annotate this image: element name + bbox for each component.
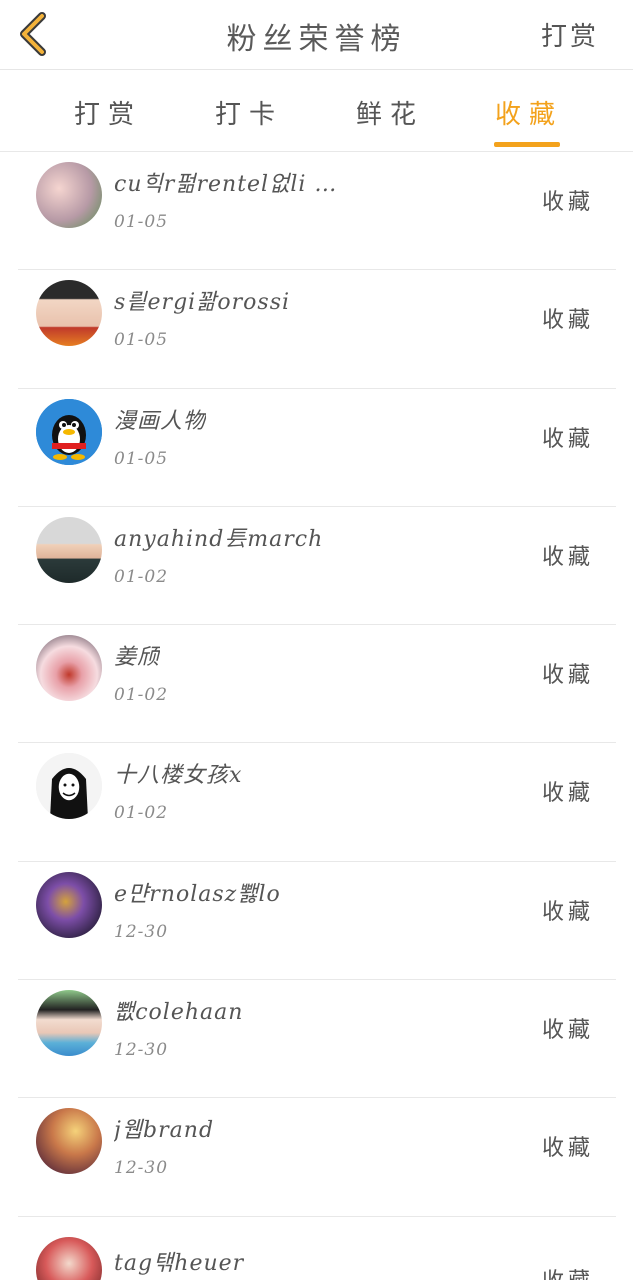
list-item[interactable]: 姜颀 01-02 收藏: [18, 625, 616, 744]
avatar: [36, 635, 102, 702]
fan-date: 12-30: [114, 1158, 169, 1179]
tab-bar: 打赏 打卡 鲜花 收藏: [0, 70, 633, 152]
tab-checkin[interactable]: 打卡: [215, 94, 283, 131]
avatar: [36, 990, 102, 1057]
favorite-label: 收藏: [541, 781, 594, 807]
top-bar: 粉丝荣誉榜 打赏: [0, 0, 633, 70]
fan-date: 01-02: [114, 566, 169, 587]
list-item[interactable]: cu힉r펆rentel없li … 01-05 收藏: [18, 152, 616, 271]
list-item[interactable]: 뾊colehaan 12-30 收藏: [18, 980, 616, 1099]
avatar: [36, 1236, 102, 1280]
list-item[interactable]: e먄rnolasz뾇lo 12-30 收藏: [18, 862, 616, 981]
fan-name: 姜颀: [114, 645, 161, 671]
favorite-label: 收藏: [541, 544, 594, 570]
fan-name: s릩ergi꽒orossi: [114, 290, 291, 316]
reward-button[interactable]: 打赏: [541, 16, 599, 53]
fan-date: 01-05: [114, 330, 169, 351]
favorite-label: 收藏: [541, 190, 594, 215]
list-item[interactable]: s릩ergi꽒orossi 01-05 收藏: [18, 270, 616, 389]
fan-name: e먄rnolasz뾇lo: [114, 881, 281, 907]
avatar: [36, 280, 102, 347]
list-item[interactable]: j웹brand 12-30 收藏: [18, 1098, 616, 1217]
favorite-label: 收藏: [541, 1018, 594, 1044]
fan-name: 漫画人物: [114, 408, 207, 434]
fan-date: 01-05: [114, 212, 169, 232]
favorite-label: 收藏: [541, 1136, 594, 1162]
fans-list: cu힉r펆rentel없li … 01-05 收藏 s릩ergi꽒orossi …: [18, 152, 616, 1280]
fan-name: 뾊colehaan: [114, 1000, 244, 1026]
favorite-label: 收藏: [542, 1263, 594, 1280]
fan-date: 12-30: [114, 921, 169, 942]
fan-name: tag탞heuer: [114, 1250, 245, 1276]
list-item[interactable]: tag탞heuer 收藏: [18, 1217, 616, 1280]
tab-favorites[interactable]: 收藏: [495, 94, 563, 131]
fan-name: cu힉r펆rentel없li …: [114, 172, 338, 197]
fan-date: 01-02: [114, 803, 169, 824]
fan-name: j웹brand: [114, 1118, 215, 1144]
fan-date: 01-05: [114, 448, 169, 469]
page-title: 粉丝荣誉榜: [226, 22, 407, 57]
avatar: [36, 1108, 102, 1175]
avatar: [36, 398, 102, 465]
tab-reward[interactable]: 打赏: [74, 94, 142, 131]
avatar: [36, 753, 102, 820]
active-tab-indicator: [494, 142, 560, 147]
fan-date: 12-30: [114, 1040, 169, 1061]
avatar: [36, 871, 102, 938]
avatar: [36, 516, 102, 583]
favorite-label: 收藏: [541, 899, 594, 925]
avatar: [36, 162, 102, 228]
fan-name: 十八楼女孩x: [114, 763, 243, 789]
list-item[interactable]: 漫画人物 01-05 收藏: [18, 389, 616, 507]
favorite-label: 收藏: [541, 663, 594, 689]
tab-flowers[interactable]: 鲜花: [356, 94, 424, 131]
list-item[interactable]: 十八楼女孩x 01-02 收藏: [18, 743, 616, 862]
list-item[interactable]: anyahind镸march 01-02 收藏: [18, 507, 616, 626]
girl-sketch-icon: [36, 753, 102, 820]
favorite-label: 收藏: [541, 308, 594, 334]
fan-name: anyahind镸march: [114, 526, 324, 552]
favorite-label: 收藏: [541, 426, 594, 452]
fan-date: 01-02: [114, 685, 169, 706]
penguin-icon: [36, 398, 102, 465]
